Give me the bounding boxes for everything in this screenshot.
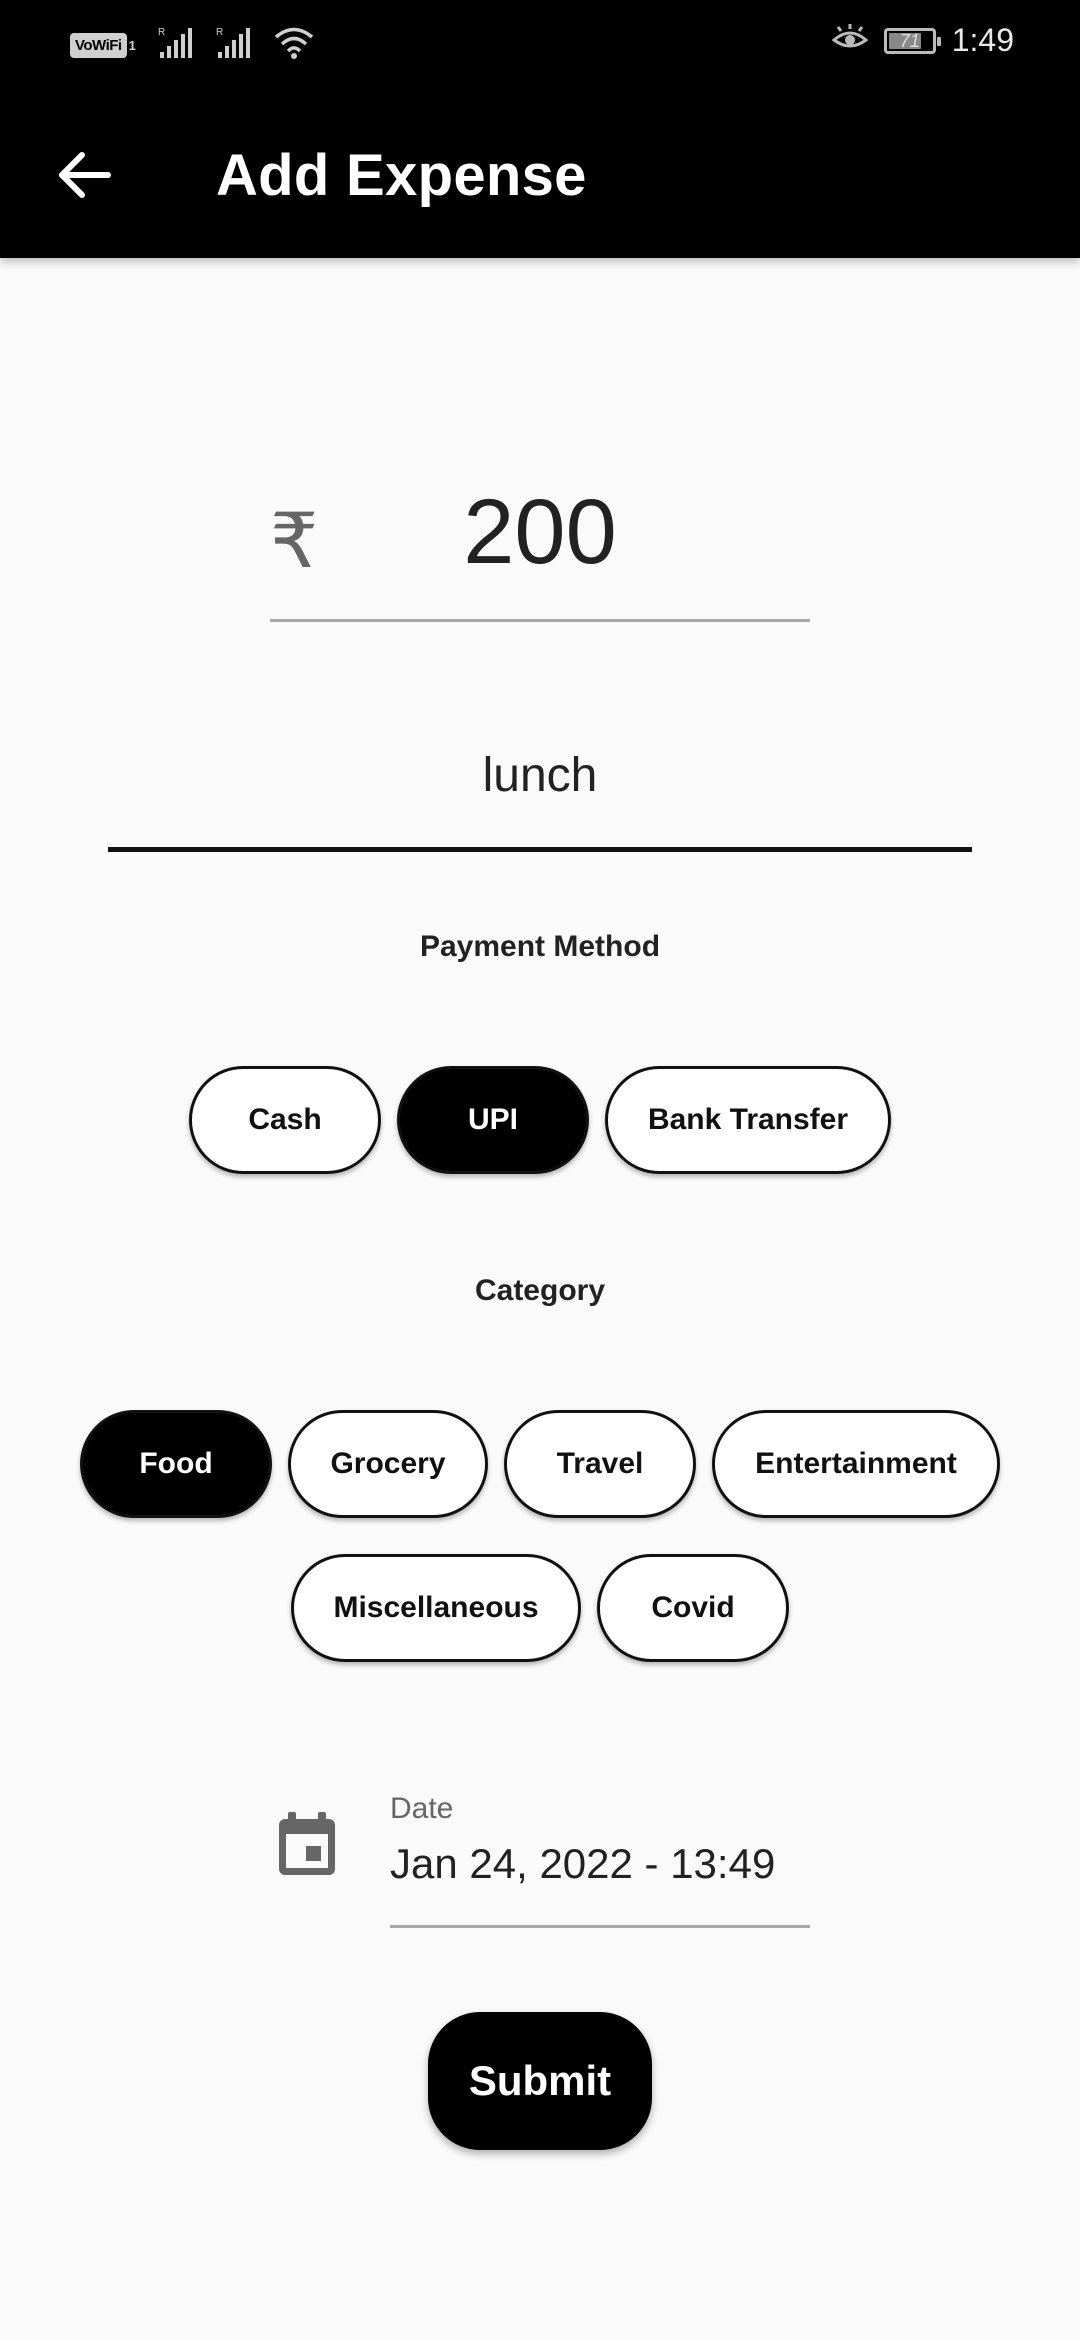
back-button[interactable] [46, 137, 122, 213]
app-bar: Add Expense [0, 92, 1080, 258]
category-label: Category [474, 1274, 606, 1307]
category-chip-food[interactable]: Food [80, 1410, 272, 1518]
note-field[interactable]: lunch [108, 730, 972, 852]
amount-input[interactable]: 200 [390, 480, 810, 585]
signal-2-roaming: R [216, 27, 223, 38]
submit-button[interactable]: Submit [428, 2012, 652, 2150]
vowifi-badge: VoWiFi [70, 33, 127, 58]
note-input[interactable]: lunch [108, 730, 972, 803]
vowifi-indicator: VoWiFi 1 [70, 33, 136, 58]
signal-1-roaming: R [158, 27, 165, 38]
category-chip-entertainment[interactable]: Entertainment [712, 1410, 1000, 1518]
status-clock: 1:49 [951, 22, 1014, 58]
date-value[interactable]: Jan 24, 2022 - 13:49 [390, 1840, 810, 1888]
payment-method-label: Payment Method [419, 930, 661, 963]
arrow-left-icon [59, 152, 111, 198]
eye-comfort-icon [831, 24, 869, 57]
signal-2-icon: R [216, 26, 252, 65]
calendar-icon[interactable] [276, 1812, 338, 1878]
category-chip-travel[interactable]: Travel [504, 1410, 696, 1518]
category-chips-row-1: Food Grocery Travel Entertainment [0, 1410, 1080, 1518]
category-chips-row-2: Miscellaneous Covid [0, 1554, 1080, 1662]
date-field[interactable]: Date Jan 24, 2022 - 13:49 [390, 1792, 810, 1928]
currency-symbol: ₹ [270, 499, 319, 584]
status-bar-left: VoWiFi 1 R R [70, 26, 314, 65]
payment-chip-cash[interactable]: Cash [189, 1066, 381, 1174]
sim-index: 1 [128, 38, 136, 53]
date-label: Date [390, 1792, 454, 1825]
category-chip-miscellaneous[interactable]: Miscellaneous [291, 1554, 581, 1662]
category-chip-grocery[interactable]: Grocery [288, 1410, 488, 1518]
payment-chip-bank-transfer[interactable]: Bank Transfer [605, 1066, 891, 1174]
wifi-icon [274, 26, 314, 65]
signal-1-icon: R [158, 26, 194, 65]
amount-field[interactable]: ₹ 200 [270, 470, 810, 622]
payment-chip-upi[interactable]: UPI [397, 1066, 589, 1174]
page-title: Add Expense [216, 143, 587, 208]
category-chip-covid[interactable]: Covid [597, 1554, 789, 1662]
payment-method-chips: Cash UPI Bank Transfer [0, 1066, 1080, 1174]
battery-level: 71 [899, 30, 920, 51]
status-bar-right: 71 1:49 [831, 22, 1014, 59]
status-bar: VoWiFi 1 R R 71 1:49 [0, 0, 1080, 92]
battery-icon: 71 [883, 27, 941, 54]
